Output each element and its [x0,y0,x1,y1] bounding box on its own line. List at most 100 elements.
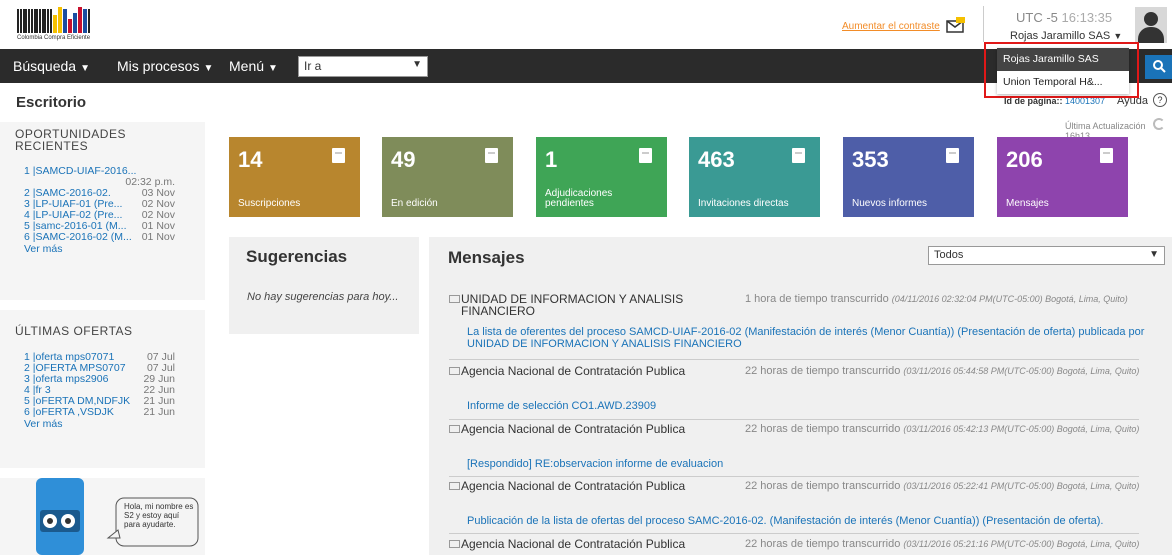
header-divider [983,6,984,42]
message-timestamp: (03/11/2016 05:44:58 PM(UTC-05:00) Bogot… [903,366,1140,376]
envelope-icon [449,482,460,490]
envelope-icon [449,425,460,433]
document-icon [639,148,652,163]
message-item[interactable]: UNIDAD DE INFORMACION Y ANALISIS FINANCI… [449,292,1144,353]
goto-select[interactable]: Ir a ▼ [298,56,428,77]
help-icon[interactable]: ? [1153,93,1167,107]
suggestions-panel: Sugerencias No hay sugerencias para hoy.… [229,237,419,334]
divider [449,419,1139,420]
message-subject[interactable]: La lista de oferentes del proceso SAMCD-… [467,326,1147,350]
message-item[interactable]: Agencia Nacional de Contratación Publica… [449,423,1139,473]
envelope-icon [449,295,460,303]
account-switcher[interactable]: Rojas Jaramillo SAS ▼ [1010,30,1122,42]
document-icon [946,148,959,163]
mail-notification-icon[interactable] [946,17,966,33]
goto-select-value: Ir a [304,59,322,73]
message-age: 22 horas de tiempo transcurrido [745,538,901,550]
nav-menu[interactable]: Menú ▼ [229,58,278,74]
messages-filter-select[interactable]: Todos ▼ [928,246,1165,265]
nav-mis-procesos[interactable]: Mis procesos ▼ [117,58,213,74]
message-sender: Agencia Nacional de Contratación Publica [461,364,686,378]
message-age: 22 horas de tiempo transcurrido [745,365,901,377]
envelope-icon [449,367,460,375]
message-sender: UNIDAD DE INFORMACION Y ANALISIS FINANCI… [461,292,684,318]
latest-offers-title: ÚLTIMAS OFERTAS [15,324,133,338]
message-timestamp: (03/11/2016 05:22:41 PM(UTC-05:00) Bogot… [903,481,1140,491]
offers-see-more-link[interactable]: Ver más [0,418,63,430]
search-icon [1152,60,1166,73]
list-item[interactable]: 6 |oFERTA ,VSDJK 21 Jun [0,407,205,418]
messages-title: Mensajes [448,248,525,267]
messages-panel: Mensajes Todos ▼ UNIDAD DE INFORMACION Y … [429,237,1172,555]
nav-busqueda[interactable]: Búsqueda ▼ [13,58,90,74]
tile-en-edicion[interactable]: 49 En edición [382,137,513,217]
tile-informes[interactable]: 353 Nuevos informes [843,137,974,217]
account-dropdown: Rojas Jaramillo SAS Union Temporal H&... [997,48,1129,94]
message-timestamp: (03/11/2016 05:21:16 PM(UTC-05:00) Bogot… [903,539,1139,549]
tile-suscripciones[interactable]: 14 Suscripciones [229,137,360,217]
clock: UTC -5 16:13:35 [1016,10,1112,25]
document-icon [1100,148,1113,163]
message-item[interactable]: Agencia Nacional de Contratación Publica… [449,365,1139,415]
message-age: 22 horas de tiempo transcurrido [745,480,901,492]
opportunity-label: 6 |SAMC-2016-02 (M... [24,231,132,243]
divider [449,476,1139,477]
message-sender: Agencia Nacional de Contratación Publica [461,479,686,493]
message-item[interactable]: Agencia Nacional de Contratación Publica… [449,480,1139,530]
tile-count: 353 [852,147,889,172]
divider [449,359,1139,360]
account-option[interactable]: Union Temporal H&... [997,71,1129,94]
search-button[interactable] [1145,55,1172,79]
tile-count: 1 [545,147,558,172]
tile-label: Nuevos informes [852,198,928,209]
opportunity-date: 01 Nov [141,231,175,243]
message-subject[interactable]: [Respondido] RE:observacion informe de e… [467,458,1147,470]
tile-label: Adjudicaciones pendientes [545,188,613,209]
document-icon [485,148,498,163]
tile-count: 14 [238,147,263,172]
opportunities-see-more-link[interactable]: Ver más [0,243,63,255]
message-subject[interactable]: Publicación de la lista de ofertas del p… [467,515,1147,527]
envelope-icon [449,540,460,548]
assistant-greeting: Hola, mi nombre es S2 y estoy aquí para … [124,502,194,529]
timezone-label: UTC -5 [1016,10,1058,25]
tile-invitaciones[interactable]: 463 Invitaciones directas [689,137,820,217]
offer-date: 21 Jun [143,406,175,418]
message-item[interactable]: Agencia Nacional de Contratación Publica… [449,538,1139,555]
message-sender: Agencia Nacional de Contratación Publica [461,422,686,436]
chevron-down-icon: ▼ [203,63,214,74]
list-item[interactable]: 6 |SAMC-2016-02 (M... 01 Nov [0,232,205,243]
chevron-down-icon: ▼ [1149,249,1159,260]
increase-contrast-link[interactable]: Aumentar el contraste [842,21,940,32]
avatar[interactable] [1135,7,1167,43]
nav-busqueda-label: Búsqueda [13,58,77,74]
document-icon [332,148,345,163]
logo-caption: Colombia Compra Eficiente [17,35,91,41]
colombia-compra-logo[interactable]: Colombia Compra Eficiente [17,5,125,45]
refresh-icon[interactable] [1153,118,1165,130]
opportunity-label: 1 |SAMCD-UIAF-2016... [24,165,137,177]
suggestions-empty: No hay sugerencias para hoy... [247,291,399,303]
tile-label: Suscripciones [238,198,301,209]
tile-label: En edición [391,198,438,209]
tile-count: 206 [1006,147,1043,172]
tile-count: 463 [698,147,735,172]
assistant-bot[interactable]: Hola, mi nombre es S2 y estoy aquí para … [30,470,200,555]
message-timestamp: (03/11/2016 05:42:13 PM(UTC-05:00) Bogot… [903,424,1140,434]
account-option[interactable]: Rojas Jaramillo SAS [997,48,1129,71]
list-item[interactable]: 1 |SAMCD-UIAF-2016... [0,166,205,177]
message-age: 22 horas de tiempo transcurrido [745,423,901,435]
suggestions-title: Sugerencias [246,247,348,266]
tile-count: 49 [391,147,416,172]
message-subject[interactable]: Informe de selección CO1.AWD.23909 [467,400,1147,412]
offer-label: 6 |oFERTA ,VSDJK [24,406,114,418]
page-title: Escritorio [16,94,87,111]
message-timestamp: (04/11/2016 02:32:04 PM(UTC-05:00) Bogot… [891,294,1128,304]
document-icon [792,148,805,163]
message-sender: Agencia Nacional de Contratación Publica [461,538,686,551]
tile-adjudicaciones[interactable]: 1 Adjudicaciones pendientes [536,137,667,217]
recent-opportunities: OPORTUNIDADES RECIENTES 1 |SAMCD-UIAF-20… [0,122,205,300]
chevron-down-icon: ▼ [268,63,278,74]
current-user-name: Rojas Jaramillo SAS [1010,30,1111,42]
tile-mensajes[interactable]: 206 Mensajes [997,137,1128,217]
